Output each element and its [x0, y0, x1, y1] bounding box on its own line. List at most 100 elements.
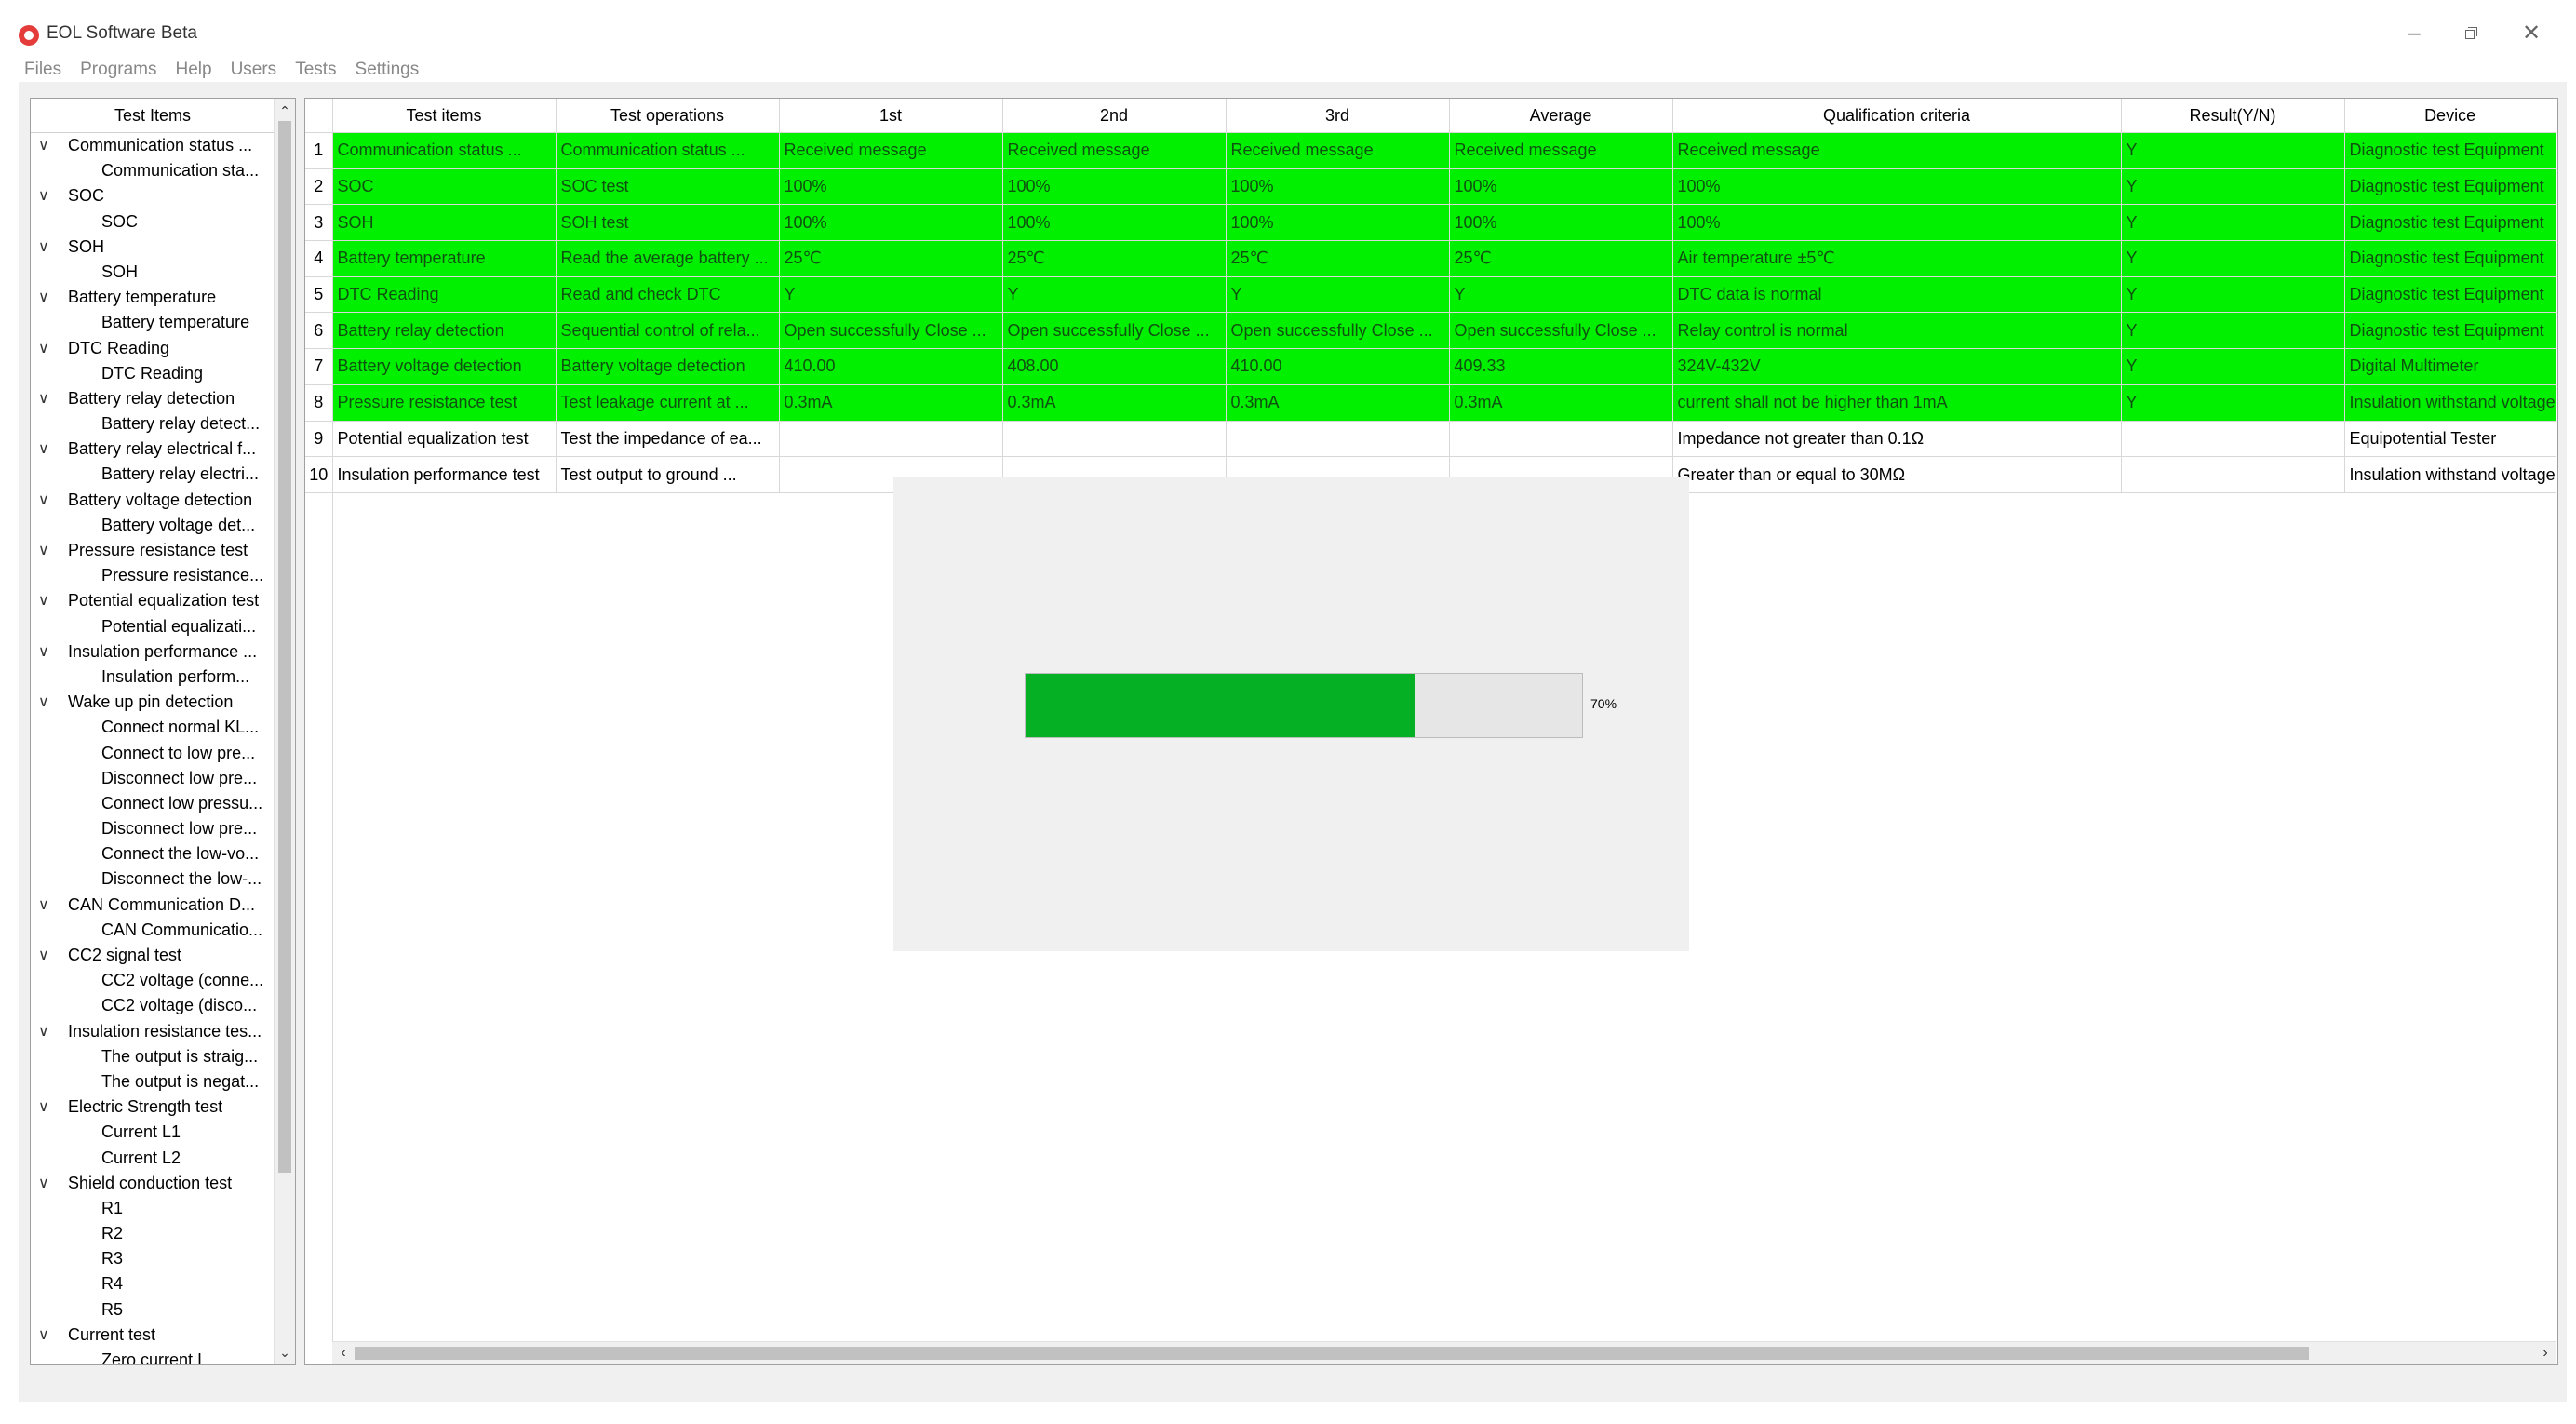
chevron-down-icon[interactable]: ∨	[38, 588, 55, 613]
table-horizontal-scrollbar[interactable]: ‹ ›	[332, 1341, 2556, 1364]
tree-leaf-item[interactable]: Battery voltage det...	[31, 513, 275, 538]
tree-leaf-item[interactable]: R3	[31, 1246, 275, 1271]
column-header[interactable]: Test items	[332, 99, 557, 133]
tree-leaf-item[interactable]: Connect low pressu...	[31, 791, 275, 816]
tree-group-item[interactable]: ∨ SOH	[31, 235, 275, 260]
column-header[interactable]: Qualification criteria	[1672, 99, 2122, 133]
tree-leaf-item[interactable]: Potential equalizati...	[31, 614, 275, 639]
chevron-down-icon[interactable]: ∨	[38, 285, 55, 310]
tree-scroll-thumb[interactable]	[278, 121, 291, 1173]
test-items-tree[interactable]: Test Items ∨ Communication status ... Comm…	[30, 98, 296, 1365]
menu-files[interactable]: Files	[24, 56, 80, 84]
table-row[interactable]: 6 Battery relay detection Sequential contr…	[305, 312, 2556, 350]
minimize-button[interactable]: –	[2395, 17, 2433, 50]
tree-leaf-item[interactable]: R4	[31, 1271, 275, 1296]
chevron-down-icon[interactable]: ∨	[38, 336, 55, 361]
tree-group-item[interactable]: ∨ Wake up pin detection	[31, 690, 275, 715]
chevron-down-icon[interactable]: ∨	[38, 538, 55, 563]
chevron-down-icon[interactable]: ∨	[38, 943, 55, 968]
table-row[interactable]: 5 DTC Reading Read and check DTC Y Y Y Y DTC da…	[305, 276, 2556, 314]
tree-leaf-item[interactable]: SOH	[31, 260, 275, 285]
tree-group-item[interactable]: ∨ Insulation resistance tes...	[31, 1019, 275, 1044]
tree-leaf-item[interactable]: Zero current I	[31, 1348, 275, 1364]
table-row[interactable]: 4 Battery temperature Read the average bat…	[305, 240, 2556, 277]
table-row[interactable]: 8 Pressure resistance test Test leakage cu…	[305, 384, 2556, 422]
tree-leaf-item[interactable]: Disconnect the low-...	[31, 866, 275, 892]
chevron-down-icon[interactable]: ∨	[38, 133, 55, 158]
chevron-down-icon[interactable]: ∨	[38, 1323, 55, 1348]
tree-leaf-item[interactable]: R5	[31, 1297, 275, 1323]
tree-group-item[interactable]: ∨ Communication status ...	[31, 133, 275, 158]
column-header[interactable]: Average	[1449, 99, 1673, 133]
chevron-down-icon[interactable]: ∨	[38, 1019, 55, 1044]
menu-tests[interactable]: Tests	[295, 56, 355, 84]
tree-group-item[interactable]: ∨ DTC Reading	[31, 336, 275, 361]
chevron-down-icon[interactable]: ∨	[38, 386, 55, 411]
tree-group-item[interactable]: ∨ Electric Strength test	[31, 1095, 275, 1120]
table-row[interactable]: 2 SOC SOC test 100% 100% 100% 100% 100% Y Diagnos…	[305, 168, 2556, 206]
tree-group-item[interactable]: ∨ Shield conduction test	[31, 1171, 275, 1196]
tree-leaf-item[interactable]: Connect the low-vo...	[31, 841, 275, 866]
tree-leaf-item[interactable]: CC2 voltage (conne...	[31, 968, 275, 993]
tree-leaf-item[interactable]: CAN Communicatio...	[31, 918, 275, 943]
tree-leaf-item[interactable]: SOC	[31, 209, 275, 235]
tree-leaf-item[interactable]: R1	[31, 1196, 275, 1221]
chevron-down-icon[interactable]: ∨	[38, 893, 55, 918]
tree-group-item[interactable]: ∨ Battery relay electrical f...	[31, 437, 275, 462]
column-header[interactable]: 3rd	[1226, 99, 1450, 133]
close-button[interactable]: ✕	[2513, 17, 2550, 50]
chevron-down-icon[interactable]: ∨	[38, 1095, 55, 1120]
tree-leaf-item[interactable]: DTC Reading	[31, 361, 275, 386]
tree-leaf-item[interactable]: R2	[31, 1221, 275, 1246]
chevron-down-icon[interactable]: ∨	[38, 183, 55, 208]
tree-group-item[interactable]: ∨ Insulation performance ...	[31, 639, 275, 665]
column-header[interactable]: Test operations	[556, 99, 780, 133]
menu-help[interactable]: Help	[175, 56, 230, 84]
table-scroll-thumb[interactable]	[355, 1347, 2309, 1360]
column-header[interactable]: Result(Y/N)	[2121, 99, 2345, 133]
table-row[interactable]: 9 Potential equalization test Test the imp…	[305, 421, 2556, 458]
chevron-down-icon[interactable]: ∨	[38, 437, 55, 462]
scroll-down-icon[interactable]: ⌄	[275, 1342, 295, 1363]
tree-leaf-item[interactable]: Connect normal KL...	[31, 715, 275, 740]
tree-vertical-scrollbar[interactable]: ⌃ ⌄	[274, 99, 295, 1364]
table-row[interactable]: 3 SOH SOH test 100% 100% 100% 100% 100% Y Diagnos…	[305, 204, 2556, 242]
tree-group-item[interactable]: ∨ CC2 signal test	[31, 943, 275, 968]
tree-group-item[interactable]: ∨ Battery temperature	[31, 285, 275, 310]
restore-button[interactable]	[2453, 17, 2490, 50]
tree-leaf-item[interactable]: Current L2	[31, 1146, 275, 1171]
column-header[interactable]: Device	[2344, 99, 2556, 133]
scroll-up-icon[interactable]: ⌃	[275, 101, 295, 121]
tree-group-item[interactable]: ∨ Potential equalization test	[31, 588, 275, 613]
tree-group-item[interactable]: ∨ Current test	[31, 1323, 275, 1348]
column-header[interactable]: 1st	[779, 99, 1003, 133]
tree-leaf-item[interactable]: Battery temperature	[31, 310, 275, 335]
chevron-down-icon[interactable]: ∨	[38, 235, 55, 260]
scroll-right-icon[interactable]: ›	[2536, 1342, 2555, 1364]
tree-group-item[interactable]: ∨ SOC	[31, 183, 275, 208]
menu-programs[interactable]: Programs	[80, 56, 175, 84]
tree-leaf-item[interactable]: Connect to low pre...	[31, 741, 275, 766]
tree-leaf-item[interactable]: The output is negat...	[31, 1069, 275, 1095]
chevron-down-icon[interactable]: ∨	[38, 690, 55, 715]
tree-leaf-item[interactable]: Pressure resistance...	[31, 563, 275, 588]
tree-leaf-item[interactable]: The output is straig...	[31, 1044, 275, 1069]
tree-group-item[interactable]: ∨ CAN Communication D...	[31, 893, 275, 918]
menu-settings[interactable]: Settings	[356, 56, 438, 84]
tree-leaf-item[interactable]: Disconnect low pre...	[31, 766, 275, 791]
column-header[interactable]: 2nd	[1002, 99, 1227, 133]
tree-leaf-item[interactable]: Insulation perform...	[31, 665, 275, 690]
tree-leaf-item[interactable]: Battery relay electri...	[31, 462, 275, 487]
tree-leaf-item[interactable]: Battery relay detect...	[31, 411, 275, 437]
menu-users[interactable]: Users	[231, 56, 296, 84]
chevron-down-icon[interactable]: ∨	[38, 488, 55, 513]
chevron-down-icon[interactable]: ∨	[38, 1171, 55, 1196]
tree-group-item[interactable]: ∨ Pressure resistance test	[31, 538, 275, 563]
tree-leaf-item[interactable]: CC2 voltage (disco...	[31, 993, 275, 1018]
table-row[interactable]: 7 Battery voltage detection Battery voltag…	[305, 348, 2556, 385]
chevron-down-icon[interactable]: ∨	[38, 639, 55, 665]
tree-leaf-item[interactable]: Disconnect low pre...	[31, 816, 275, 841]
tree-leaf-item[interactable]: Current L1	[31, 1120, 275, 1145]
table-row[interactable]: 1 Communication status ... Communication s…	[305, 132, 2556, 169]
tree-leaf-item[interactable]: Communication sta...	[31, 158, 275, 183]
